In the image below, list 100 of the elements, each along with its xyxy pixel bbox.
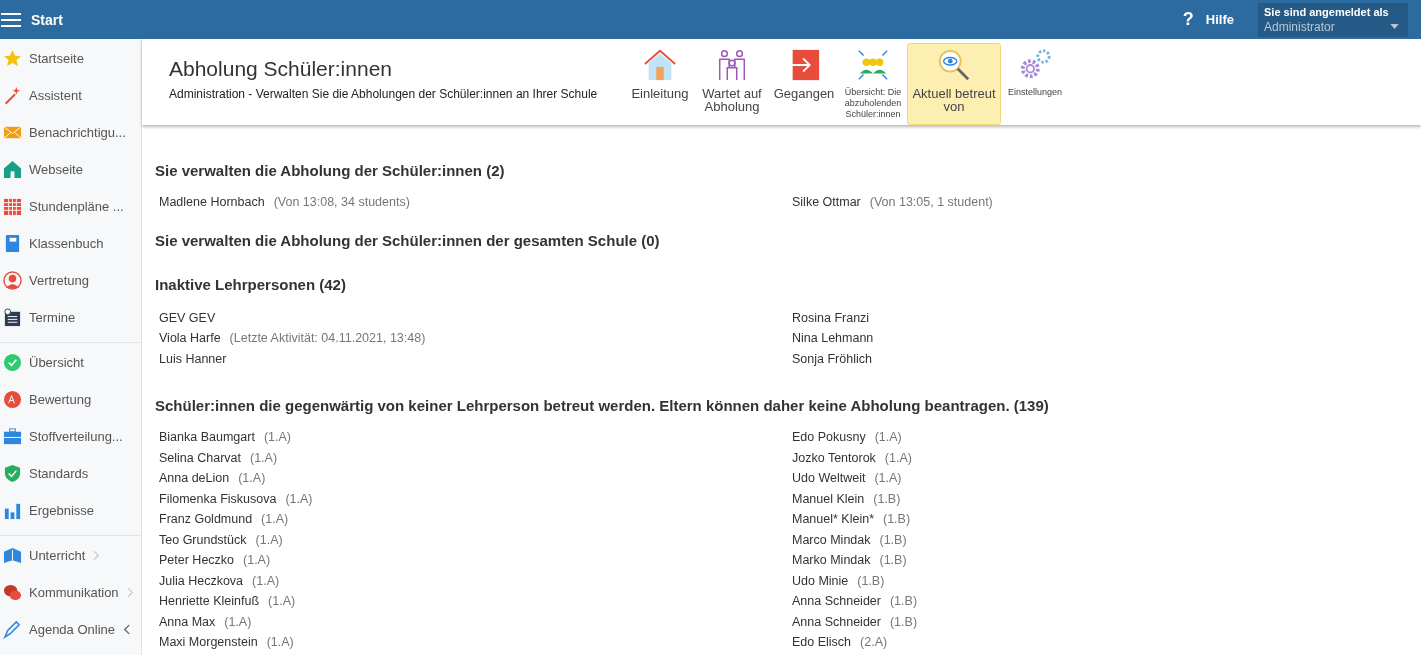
person-note: (Von 13:05, 1 student): [869, 195, 993, 209]
person-note: (1.A): [874, 471, 902, 485]
person-note: (1.A): [250, 450, 278, 465]
person-note: (1.B): [857, 573, 885, 588]
person-name: Maxi Morgenstein: [159, 635, 258, 649]
sidebar-item[interactable]: Termine: [0, 299, 141, 336]
person-name: Filomenka Fiskusova: [159, 491, 277, 506]
sidebar-item[interactable]: Assistent: [0, 77, 141, 114]
help-link[interactable]: ? Hilfe: [1182, 9, 1234, 30]
sidebar-item[interactable]: Kommunikation: [0, 574, 141, 611]
sidebar-item[interactable]: Agenda Online: [0, 611, 141, 648]
sidebar-item[interactable]: Vertretung: [0, 262, 141, 299]
check-icon: [3, 353, 22, 372]
person-name: Edo Elisch: [792, 635, 852, 649]
section-heading: Inaktive Lehrpersonen (42): [155, 274, 347, 295]
person-name: Selina Charvat: [159, 450, 241, 465]
person-name: GEV GEV: [159, 310, 216, 325]
person-name: Silke Ottmar: [792, 195, 861, 209]
person-name: Marco Mindak: [792, 532, 871, 547]
toolbar-button[interactable]: Gegangen: [769, 43, 839, 125]
page-subtitle: Administration - Verwalten Sie die Abholungen der Schüler:innen an Ihrer Schule: [169, 87, 599, 101]
house-icon: [3, 160, 22, 179]
person-note: (1.B): [889, 614, 918, 629]
sidebar-item[interactable]: Klassenbuch: [0, 225, 141, 262]
openbook-icon: [3, 546, 22, 565]
person-name: Anna Max: [159, 614, 216, 629]
toolbar-button[interactable]: Übersicht: Die abzuholenden Schüler:innen: [841, 43, 905, 125]
person-name: Anna Schneider: [792, 594, 881, 608]
person-name: Luis Hanner: [159, 351, 227, 366]
user-menu[interactable]: Sie sind angemeldet als Administrator: [1258, 2, 1408, 37]
book-icon: [3, 234, 22, 253]
shield-icon: [3, 464, 22, 483]
section-heading: Sie verwalten die Abholung der Schüler:innen (2): [155, 161, 506, 181]
person-name: Bianka Baumgart: [159, 430, 255, 444]
sidebar-item[interactable]: Übersicht: [0, 344, 141, 381]
chat-icon: [3, 583, 22, 602]
wand-icon: [3, 86, 22, 105]
sidebar-item[interactable]: Ergebnisse: [0, 492, 141, 529]
person-note: (1.A): [243, 553, 271, 567]
case-icon: [3, 427, 22, 446]
menu-icon[interactable]: [1, 11, 21, 28]
sidebar-item[interactable]: Bewertung: [0, 381, 141, 418]
app-title[interactable]: Start: [31, 11, 63, 28]
person-name: Julia Heczkova: [159, 573, 244, 588]
person-name: Nina Lehmann: [792, 331, 874, 345]
person-name: Rosina Franzi: [792, 310, 870, 325]
person-name: Madlene Hornbach: [159, 195, 265, 209]
person-note: (2.A): [860, 635, 888, 649]
person-icon: [3, 271, 22, 290]
person-note: (1.A): [266, 635, 294, 649]
grid-icon: [3, 197, 22, 216]
group-icon: [856, 48, 890, 82]
person-note: (1.B): [879, 532, 907, 547]
calendar-icon: [3, 308, 22, 327]
sidebar-item[interactable]: Startseite: [0, 40, 141, 77]
sidebar-item[interactable]: Unterricht: [0, 537, 141, 574]
person-note: (1.B): [883, 512, 911, 526]
person-note: (1.A): [255, 532, 283, 547]
person-name: Jozko Tentorok: [792, 450, 876, 465]
person-name: Edo Pokusny: [792, 430, 866, 444]
sidebar-item[interactable]: Benachrichtigu...: [0, 114, 141, 151]
sidebar-item[interactable]: Stoffverteilung...: [0, 418, 141, 455]
toolbar-button[interactable]: Einleitung: [625, 43, 695, 125]
person-name: Viola Harfe: [159, 331, 221, 345]
person-note: (1.A): [884, 450, 912, 465]
person-name: Sonja Fröhlich: [792, 351, 872, 366]
caret-icon: [1390, 23, 1399, 29]
toolbar-button[interactable]: Wartet auf Abholung: [697, 43, 767, 125]
person-name: Henriette Kleinfuß: [159, 594, 260, 608]
person-note: (1.A): [261, 512, 289, 526]
section-heading: Schüler:innen die gegenwärtig von keiner Lehrperson betreut werden. Eltern können daher keine Abholung beantragen. (139): [155, 396, 1050, 416]
person-note: (1.B): [889, 594, 918, 608]
person-note: (1.B): [873, 491, 901, 506]
sidebar-item[interactable]: Stundenpläne ...: [0, 188, 141, 225]
section-heading: Sie verwalten die Abholung der Schüler:innen der gesamten Schule (0): [155, 230, 661, 251]
person-name: Franz Goldmund: [159, 512, 253, 526]
person-note: (1.A): [252, 573, 280, 588]
person-note: (1.A): [238, 471, 266, 485]
person-name: Marko Mindak: [792, 553, 871, 567]
collapse-icon[interactable]: [123, 624, 130, 635]
magnifier-icon: [937, 48, 971, 82]
person-note: (1.B): [879, 553, 907, 567]
sidebar-item[interactable]: Standards: [0, 455, 141, 492]
house-icon: [643, 48, 677, 82]
page-title: Abholung Schüler:innen: [169, 57, 393, 81]
person-name: Anna Schneider: [792, 614, 881, 629]
person-name: Manuel* Klein*: [792, 512, 874, 526]
person-name: Manuel Klein: [792, 491, 865, 506]
person-note: (1.A): [263, 430, 291, 444]
sidebar-item[interactable]: Webseite: [0, 151, 141, 188]
person-note: (Letzte Aktivität: 04.11.2021, 13:48): [229, 331, 426, 345]
person-name: Udo Weltweit: [792, 471, 866, 485]
person-note: (1.A): [874, 430, 902, 444]
toolbar-button[interactable]: Aktuell betreut von: [907, 43, 1001, 125]
grade-icon: [3, 390, 22, 409]
toolbar-button[interactable]: Einstellungen: [1003, 43, 1067, 125]
person-name: Peter Heczko: [159, 553, 235, 567]
star-icon: [3, 49, 22, 68]
mail-icon: [3, 123, 22, 142]
person-name: Anna deLion: [159, 471, 230, 485]
